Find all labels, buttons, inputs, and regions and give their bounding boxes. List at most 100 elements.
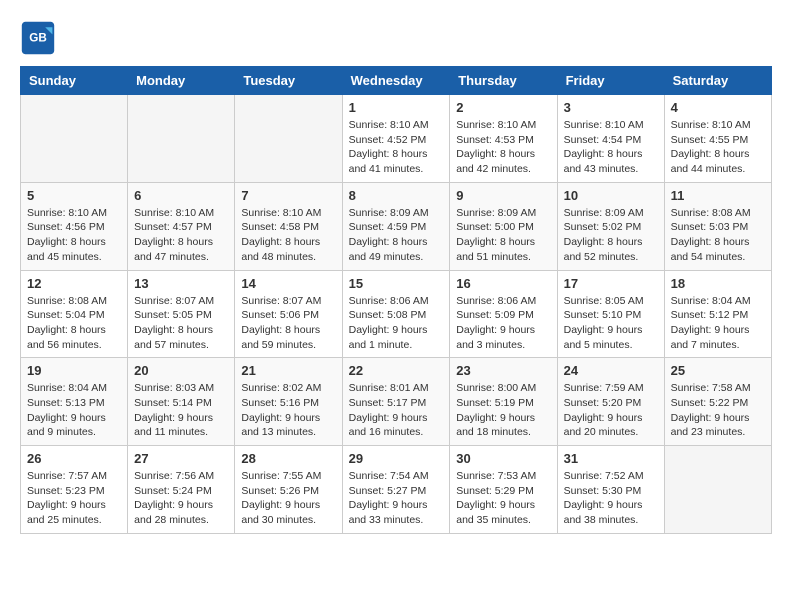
calendar-cell: 3 Sunrise: 8:10 AM Sunset: 4:54 PM Daylig… (557, 95, 664, 183)
calendar-cell: 22Sunrise: 8:01 AM Sunset: 5:17 PM Dayli… (342, 358, 450, 446)
day-info: Sunrise: 7:53 AM Sunset: 5:29 PM Dayligh… (456, 469, 550, 528)
calendar-cell: 17 Sunrise: 8:05 AM Sunset: 5:10 PM Dayli… (557, 270, 664, 358)
day-info: Sunrise: 8:06 AM Sunset: 5:09 PM Dayligh… (456, 294, 550, 353)
calendar-cell: 2Sunrise: 8:10 AM Sunset: 4:53 PM Daylig… (450, 95, 557, 183)
day-number: 1 (349, 100, 444, 115)
calendar-cell: 13 Sunrise: 8:07 AM Sunset: 5:05 PM Dayli… (128, 270, 235, 358)
calendar-cell: 6 Sunrise: 8:10 AM Sunset: 4:57 PM Daylig… (128, 182, 235, 270)
day-info: Sunrise: 7:52 AM Sunset: 5:30 PM Dayligh… (564, 469, 658, 528)
calendar-cell (235, 95, 342, 183)
svg-text:GB: GB (29, 32, 47, 45)
calendar-cell: 24Sunrise: 7:59 AM Sunset: 5:20 PM Dayli… (557, 358, 664, 446)
day-info: Sunrise: 7:58 AM Sunset: 5:22 PM Dayligh… (671, 381, 765, 440)
day-info: Sunrise: 8:10 AM Sunset: 4:54 PM Dayligh… (564, 118, 658, 177)
calendar-header-friday: Friday (557, 67, 664, 95)
day-number: 3 (564, 100, 658, 115)
page-header: GB (20, 20, 772, 56)
day-number: 10 (564, 188, 658, 203)
day-number: 9 (456, 188, 550, 203)
calendar-week-1: 1 Sunrise: 8:10 AM Sunset: 4:52 PM Daylig… (21, 95, 772, 183)
calendar-header-tuesday: Tuesday (235, 67, 342, 95)
day-number: 12 (27, 276, 121, 291)
day-info: Sunrise: 8:09 AM Sunset: 5:02 PM Dayligh… (564, 206, 658, 265)
calendar-header-saturday: Saturday (664, 67, 771, 95)
day-info: Sunrise: 8:04 AM Sunset: 5:12 PM Dayligh… (671, 294, 765, 353)
day-number: 25 (671, 363, 765, 378)
day-info: Sunrise: 8:08 AM Sunset: 5:03 PM Dayligh… (671, 206, 765, 265)
day-number: 27 (134, 451, 228, 466)
calendar-cell (128, 95, 235, 183)
day-number: 23 (456, 363, 550, 378)
calendar-cell: 4 Sunrise: 8:10 AM Sunset: 4:55 PM Daylig… (664, 95, 771, 183)
day-number: 11 (671, 188, 765, 203)
day-number: 31 (564, 451, 658, 466)
day-number: 20 (134, 363, 228, 378)
calendar-cell: 14 Sunrise: 8:07 AM Sunset: 5:06 PM Dayli… (235, 270, 342, 358)
day-info: Sunrise: 8:09 AM Sunset: 5:00 PM Dayligh… (456, 206, 550, 265)
calendar-week-4: 19 Sunrise: 8:04 AM Sunset: 5:13 PM Dayli… (21, 358, 772, 446)
calendar-cell: 31 Sunrise: 7:52 AM Sunset: 5:30 PM Dayli… (557, 446, 664, 534)
calendar-header-thursday: Thursday (450, 67, 557, 95)
day-number: 18 (671, 276, 765, 291)
calendar-week-3: 12 Sunrise: 8:08 AM Sunset: 5:04 PM Dayli… (21, 270, 772, 358)
day-info: Sunrise: 8:10 AM Sunset: 4:57 PM Dayligh… (134, 206, 228, 265)
calendar-header-wednesday: Wednesday (342, 67, 450, 95)
day-info: Sunrise: 8:04 AM Sunset: 5:13 PM Dayligh… (27, 381, 121, 440)
day-number: 14 (241, 276, 335, 291)
day-number: 7 (241, 188, 335, 203)
day-number: 8 (349, 188, 444, 203)
day-info: Sunrise: 7:54 AM Sunset: 5:27 PM Dayligh… (349, 469, 444, 528)
logo-icon: GB (20, 20, 56, 56)
day-number: 4 (671, 100, 765, 115)
day-info: Sunrise: 8:10 AM Sunset: 4:56 PM Dayligh… (27, 206, 121, 265)
day-info: Sunrise: 8:10 AM Sunset: 4:52 PM Dayligh… (349, 118, 444, 177)
day-info: Sunrise: 8:00 AM Sunset: 5:19 PM Dayligh… (456, 381, 550, 440)
calendar-cell: 10 Sunrise: 8:09 AM Sunset: 5:02 PM Dayli… (557, 182, 664, 270)
day-info: Sunrise: 7:56 AM Sunset: 5:24 PM Dayligh… (134, 469, 228, 528)
day-info: Sunrise: 8:07 AM Sunset: 5:06 PM Dayligh… (241, 294, 335, 353)
day-info: Sunrise: 8:01 AM Sunset: 5:17 PM Dayligh… (349, 381, 444, 440)
day-number: 2 (456, 100, 550, 115)
calendar-cell: 7 Sunrise: 8:10 AM Sunset: 4:58 PM Daylig… (235, 182, 342, 270)
calendar-header-monday: Monday (128, 67, 235, 95)
calendar-cell: 25 Sunrise: 7:58 AM Sunset: 5:22 PM Dayli… (664, 358, 771, 446)
day-info: Sunrise: 7:55 AM Sunset: 5:26 PM Dayligh… (241, 469, 335, 528)
day-number: 21 (241, 363, 335, 378)
day-number: 17 (564, 276, 658, 291)
day-number: 6 (134, 188, 228, 203)
calendar-cell: 18 Sunrise: 8:04 AM Sunset: 5:12 PM Dayli… (664, 270, 771, 358)
day-info: Sunrise: 8:06 AM Sunset: 5:08 PM Dayligh… (349, 294, 444, 353)
calendar-cell: 5Sunrise: 8:10 AM Sunset: 4:56 PM Daylig… (21, 182, 128, 270)
day-number: 13 (134, 276, 228, 291)
calendar-cell: 1 Sunrise: 8:10 AM Sunset: 4:52 PM Daylig… (342, 95, 450, 183)
day-number: 26 (27, 451, 121, 466)
calendar-cell (664, 446, 771, 534)
day-info: Sunrise: 7:57 AM Sunset: 5:23 PM Dayligh… (27, 469, 121, 528)
calendar-cell: 28 Sunrise: 7:55 AM Sunset: 5:26 PM Dayli… (235, 446, 342, 534)
day-info: Sunrise: 8:02 AM Sunset: 5:16 PM Dayligh… (241, 381, 335, 440)
calendar-cell: 16 Sunrise: 8:06 AM Sunset: 5:09 PM Dayli… (450, 270, 557, 358)
day-number: 16 (456, 276, 550, 291)
calendar-cell: 19 Sunrise: 8:04 AM Sunset: 5:13 PM Dayli… (21, 358, 128, 446)
day-info: Sunrise: 8:05 AM Sunset: 5:10 PM Dayligh… (564, 294, 658, 353)
day-info: Sunrise: 8:08 AM Sunset: 5:04 PM Dayligh… (27, 294, 121, 353)
calendar-cell (21, 95, 128, 183)
day-info: Sunrise: 8:10 AM Sunset: 4:55 PM Dayligh… (671, 118, 765, 177)
calendar-cell: 27 Sunrise: 7:56 AM Sunset: 5:24 PM Dayli… (128, 446, 235, 534)
calendar-cell: 23 Sunrise: 8:00 AM Sunset: 5:19 PM Dayli… (450, 358, 557, 446)
calendar-cell: 21 Sunrise: 8:02 AM Sunset: 5:16 PM Dayli… (235, 358, 342, 446)
calendar-cell: 30Sunrise: 7:53 AM Sunset: 5:29 PM Dayli… (450, 446, 557, 534)
day-number: 28 (241, 451, 335, 466)
calendar-cell: 29Sunrise: 7:54 AM Sunset: 5:27 PM Dayli… (342, 446, 450, 534)
day-info: Sunrise: 7:59 AM Sunset: 5:20 PM Dayligh… (564, 381, 658, 440)
calendar-cell: 9 Sunrise: 8:09 AM Sunset: 5:00 PM Daylig… (450, 182, 557, 270)
calendar-cell: 26 Sunrise: 7:57 AM Sunset: 5:23 PM Dayli… (21, 446, 128, 534)
day-info: Sunrise: 8:07 AM Sunset: 5:05 PM Dayligh… (134, 294, 228, 353)
day-info: Sunrise: 8:10 AM Sunset: 4:58 PM Dayligh… (241, 206, 335, 265)
calendar: SundayMondayTuesdayWednesdayThursdayFrid… (20, 66, 772, 534)
calendar-header-row: SundayMondayTuesdayWednesdayThursdayFrid… (21, 67, 772, 95)
day-number: 19 (27, 363, 121, 378)
logo: GB (20, 20, 60, 56)
calendar-cell: 11 Sunrise: 8:08 AM Sunset: 5:03 PM Dayli… (664, 182, 771, 270)
calendar-cell: 15Sunrise: 8:06 AM Sunset: 5:08 PM Dayli… (342, 270, 450, 358)
